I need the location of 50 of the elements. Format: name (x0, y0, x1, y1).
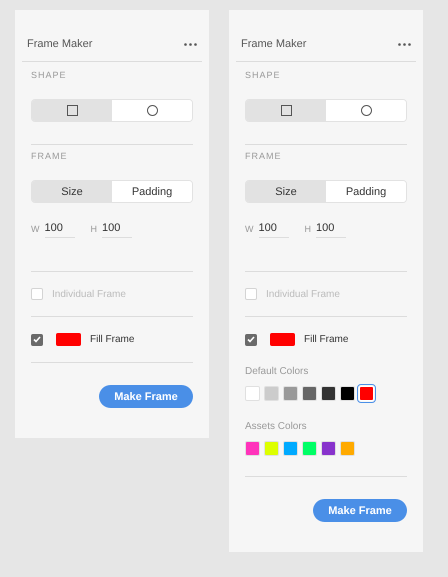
checkbox-label: Individual Frame (52, 288, 126, 300)
frame-tab[interactable]: Padding (112, 181, 192, 202)
square-icon (280, 105, 292, 116)
circle-icon (360, 105, 372, 116)
field-label: H (90, 224, 97, 234)
checkbox-label: Fill Frame (90, 334, 134, 345)
color-swatch[interactable] (340, 386, 355, 401)
checkbox-label: Individual Frame (266, 288, 340, 300)
field-label: W (31, 224, 40, 234)
input-field[interactable]: 100 (44, 219, 74, 238)
color-swatch[interactable] (283, 386, 298, 401)
frame-segmented-control[interactable]: Size Padding (31, 180, 193, 203)
field-label: W (245, 224, 254, 234)
palette-label: Assets Colors (245, 421, 308, 432)
color-swatch[interactable] (321, 441, 336, 456)
checkbox-label: Fill Frame (304, 334, 348, 345)
frame-segmented-control[interactable]: Size Padding (245, 180, 407, 203)
section-label: FRAME (245, 151, 282, 161)
input-field[interactable]: 100 (316, 219, 346, 238)
color-swatch[interactable] (283, 441, 298, 456)
section-label: FRAME (31, 151, 68, 161)
color-swatch[interactable] (245, 386, 260, 401)
shape-option[interactable] (246, 100, 326, 121)
checkbox[interactable] (31, 334, 43, 346)
frame-tab[interactable]: Size (246, 181, 326, 202)
input-field[interactable]: 100 (102, 219, 132, 238)
panel-title: Frame Maker (241, 38, 306, 50)
square-icon (66, 105, 78, 116)
more-icon[interactable] (398, 42, 411, 46)
more-icon[interactable] (184, 42, 197, 46)
section-label: SHAPE (245, 70, 282, 80)
shape-option[interactable] (32, 100, 112, 121)
frame-tab[interactable]: Size (32, 181, 112, 202)
color-swatch[interactable] (264, 441, 279, 456)
panel-title: Frame Maker (27, 38, 92, 50)
color-swatch[interactable] (340, 441, 355, 456)
input-field[interactable]: 100 (258, 219, 288, 238)
color-swatch[interactable] (264, 386, 279, 401)
frame-tab[interactable]: Padding (326, 181, 406, 202)
color-swatch[interactable] (321, 386, 336, 401)
section-label: SHAPE (31, 70, 68, 80)
circle-icon (146, 105, 158, 116)
checkbox[interactable] (245, 334, 257, 346)
color-swatch[interactable] (302, 386, 317, 401)
field-label: H (304, 224, 311, 234)
color-swatch[interactable] (245, 441, 260, 456)
fill-color-swatch[interactable] (270, 333, 295, 346)
color-swatch[interactable] (302, 441, 317, 456)
fill-color-swatch[interactable] (56, 333, 81, 346)
palette-label: Default Colors (245, 366, 310, 377)
